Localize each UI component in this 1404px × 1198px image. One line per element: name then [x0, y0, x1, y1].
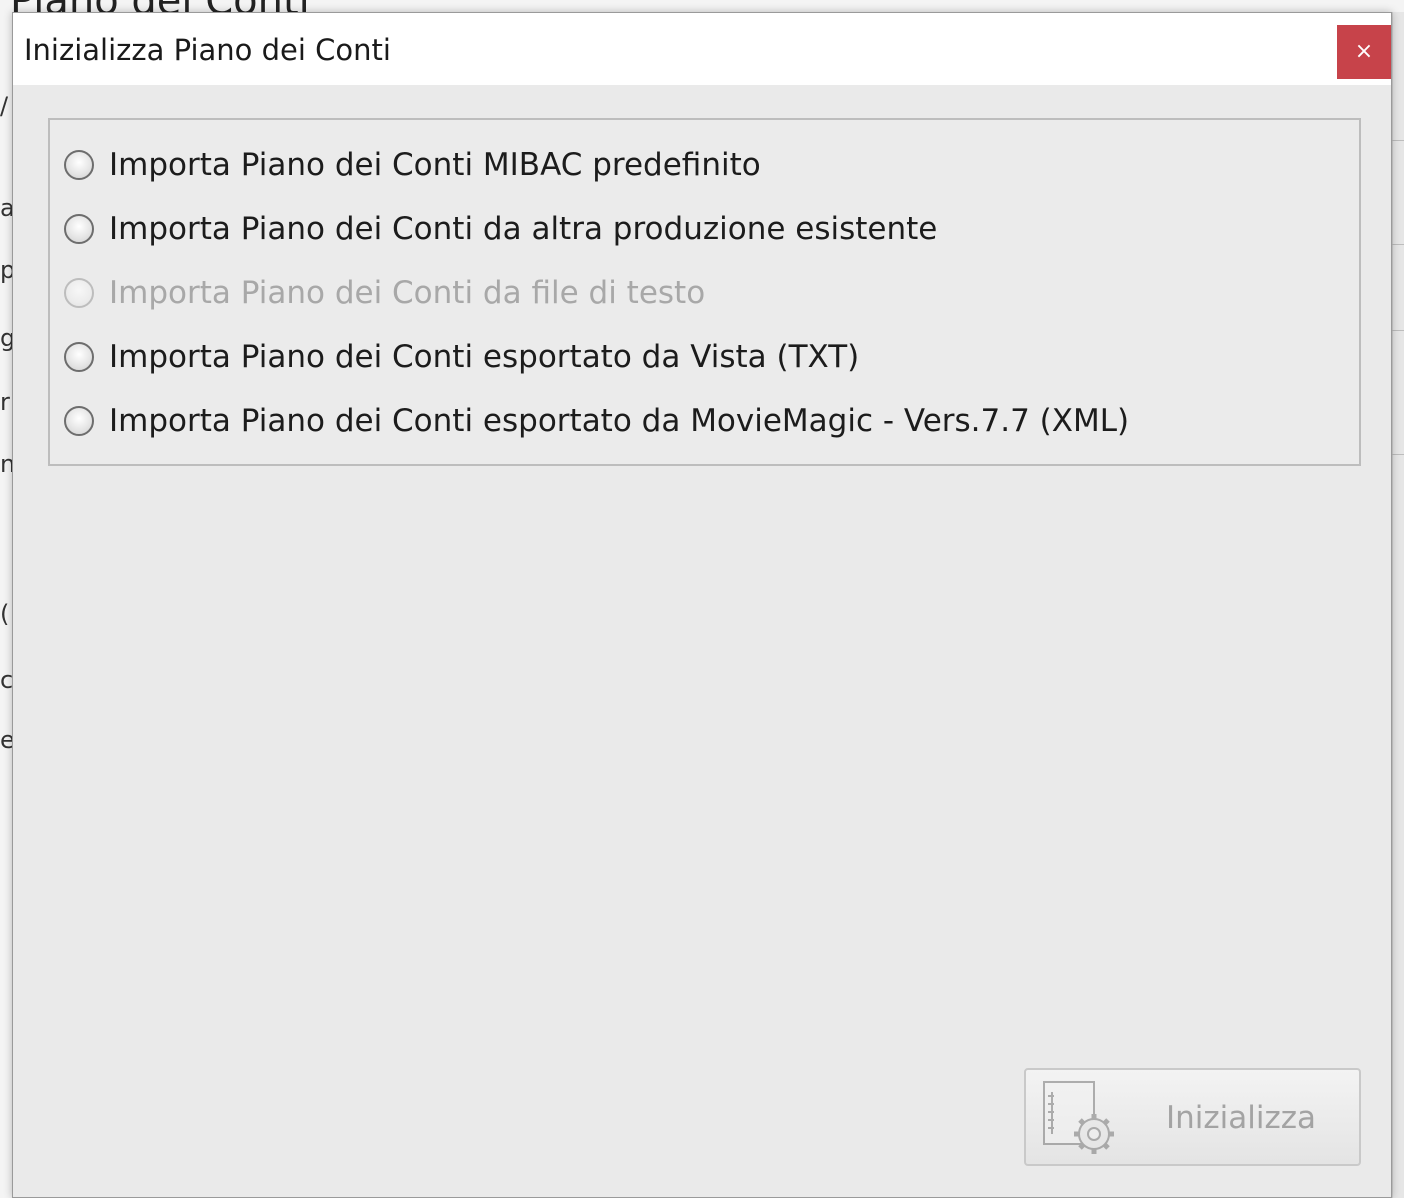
initialize-chart-of-accounts-dialog: Inizializza Piano dei Conti × Importa Pi…: [12, 12, 1392, 1198]
document-gear-icon: [1043, 1081, 1114, 1154]
background-divider: [1392, 244, 1404, 245]
initialize-button[interactable]: Inizializza: [1024, 1068, 1361, 1166]
radio-button[interactable]: [64, 214, 94, 244]
radio-button[interactable]: [64, 342, 94, 372]
radio-option-other-production[interactable]: Importa Piano dei Conti da altra produzi…: [64, 204, 937, 254]
radio-option-text-file: Importa Piano dei Conti da file di testo: [64, 268, 705, 318]
radio-option-vista-txt[interactable]: Importa Piano dei Conti esportato da Vis…: [64, 332, 859, 382]
dialog-title: Inizializza Piano dei Conti: [24, 33, 391, 67]
background-right-panel: [1392, 12, 1404, 1198]
radio-button[interactable]: [64, 150, 94, 180]
radio-label: Importa Piano dei Conti da altra produzi…: [109, 211, 938, 247]
close-button[interactable]: ×: [1337, 25, 1391, 79]
background-divider: [1392, 454, 1404, 455]
radio-option-mibac[interactable]: Importa Piano dei Conti MIBAC predefinit…: [64, 140, 761, 190]
radio-option-moviemagic-xml[interactable]: Importa Piano dei Conti esportato da Mov…: [64, 396, 1129, 446]
radio-button: [64, 278, 94, 308]
radio-label: Importa Piano dei Conti da file di testo: [109, 275, 706, 311]
radio-button[interactable]: [64, 406, 94, 436]
radio-label: Importa Piano dei Conti MIBAC predefinit…: [109, 147, 761, 183]
background-divider: [1392, 330, 1404, 331]
dialog-titlebar[interactable]: Inizializza Piano dei Conti ×: [13, 13, 1391, 85]
background-divider: [1392, 140, 1404, 141]
radio-label: Importa Piano dei Conti esportato da Mov…: [109, 403, 1130, 439]
initialize-button-label: Inizializza: [1166, 1100, 1317, 1136]
import-options-group: Importa Piano dei Conti MIBAC predefinit…: [48, 118, 1361, 466]
close-icon: ×: [1354, 39, 1374, 64]
radio-label: Importa Piano dei Conti esportato da Vis…: [109, 339, 860, 375]
